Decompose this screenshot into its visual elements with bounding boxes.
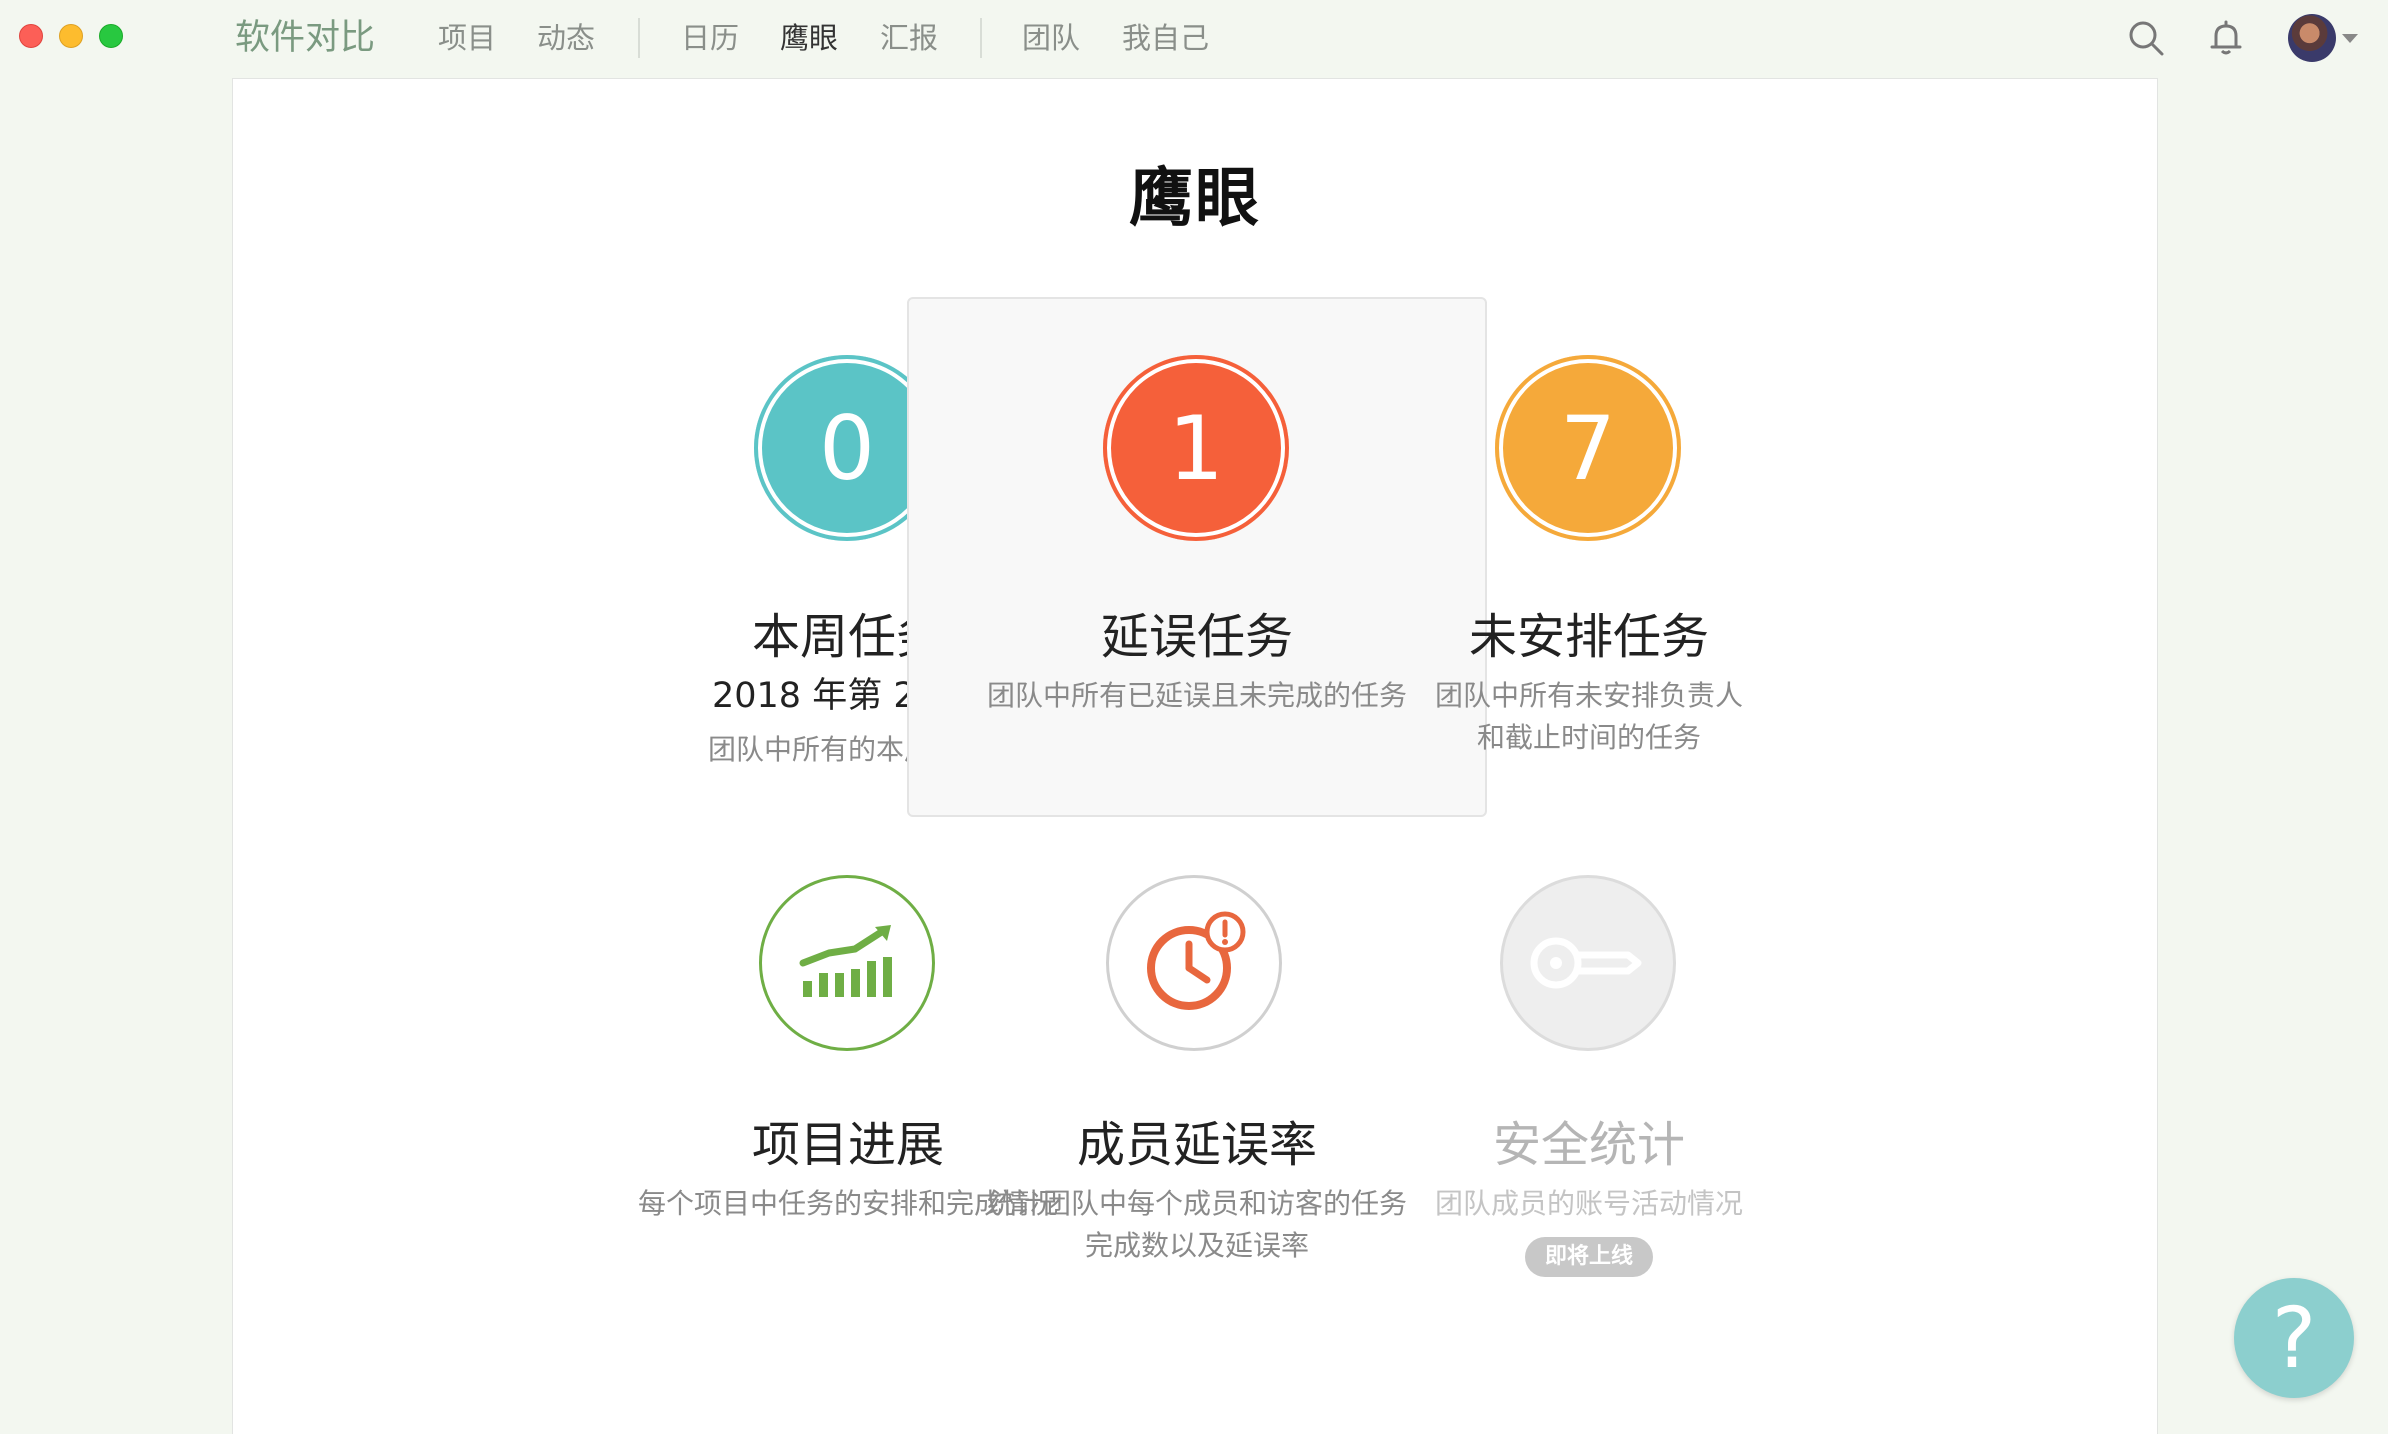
nav-projects[interactable]: 项目 bbox=[438, 16, 496, 60]
card-title: 未安排任务 bbox=[1468, 609, 1709, 665]
main-panel: 鹰眼 0 本周任务 2018 年第 26 周 团队中所有的本周任务 1 延误任务… bbox=[232, 78, 2158, 1434]
nav-activity[interactable]: 动态 bbox=[537, 16, 595, 60]
nav-team[interactable]: 团队 bbox=[1022, 16, 1080, 60]
chevron-down-icon[interactable] bbox=[2342, 34, 2358, 43]
card-title: 安全统计 bbox=[1492, 1117, 1685, 1173]
top-bar: 软件对比 项目 动态 日历 鹰眼 汇报 团队 我自己 bbox=[0, 0, 2388, 78]
window-close-button[interactable] bbox=[19, 24, 43, 48]
search-icon[interactable] bbox=[2126, 18, 2166, 58]
key-icon bbox=[1500, 875, 1676, 1051]
coming-soon-badge: 即将上线 bbox=[1525, 1237, 1653, 1277]
clock-alert-icon bbox=[1106, 875, 1282, 1051]
nav-reports[interactable]: 汇报 bbox=[880, 16, 938, 60]
nav-calendar[interactable]: 日历 bbox=[681, 16, 739, 60]
nav-divider bbox=[638, 18, 640, 58]
nav-me[interactable]: 我自己 bbox=[1122, 16, 1209, 60]
nav-divider bbox=[980, 18, 982, 58]
team-name[interactable]: 软件对比 bbox=[235, 14, 375, 62]
card-unscheduled-tasks[interactable]: 7 未安排任务 团队中所有未安排负责人 和截止时间的任务 bbox=[1299, 297, 1879, 817]
nav-eagle-eye[interactable]: 鹰眼 bbox=[780, 16, 838, 60]
help-button[interactable]: ? bbox=[2234, 1278, 2354, 1398]
page-title: 鹰眼 bbox=[1129, 162, 1261, 236]
avatar[interactable] bbox=[2288, 14, 2336, 62]
count-value: 7 bbox=[1560, 396, 1616, 500]
count-badge: 1 bbox=[1103, 355, 1289, 541]
window-zoom-button[interactable] bbox=[99, 24, 123, 48]
window-minimize-button[interactable] bbox=[59, 24, 83, 48]
card-security-stats: 安全统计 团队成员的账号活动情况 即将上线 bbox=[1299, 859, 1879, 1379]
card-description: 团队成员的账号活动情况 bbox=[1434, 1187, 1743, 1220]
count-value: 1 bbox=[1168, 396, 1224, 500]
card-description-line-1: 团队中所有未安排负责人 bbox=[1434, 679, 1743, 712]
count-value: 0 bbox=[819, 396, 875, 500]
card-description-line-2: 和截止时间的任务 bbox=[1476, 721, 1701, 754]
count-badge: 7 bbox=[1495, 355, 1681, 541]
bell-icon[interactable] bbox=[2206, 18, 2246, 58]
